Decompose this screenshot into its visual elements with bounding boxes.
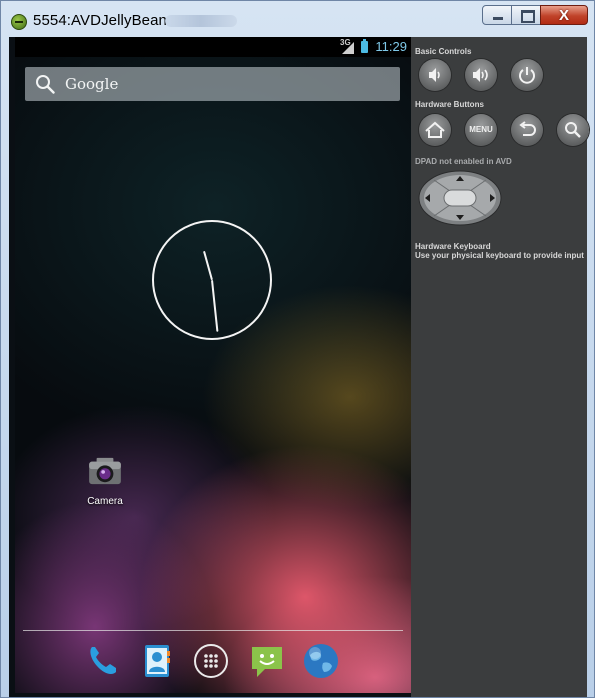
window-controls: X [482, 5, 588, 25]
menu-button-label: MENU [469, 125, 493, 134]
google-search-bar[interactable]: Google [25, 67, 400, 101]
phone-icon[interactable] [83, 641, 123, 681]
power-button[interactable] [511, 59, 543, 91]
window-title: 5554:AVDJellyBean [33, 12, 168, 29]
phone-screen[interactable]: 3G 11:29 Google Camera [15, 37, 411, 693]
browser-icon[interactable] [301, 641, 341, 681]
dock-divider [23, 630, 403, 631]
home-icon [425, 121, 445, 138]
search-icon [36, 75, 55, 94]
back-icon [519, 121, 536, 136]
volume-up-button[interactable] [465, 59, 497, 91]
home-button[interactable] [419, 114, 451, 146]
hardware-buttons-label: Hardware Buttons [415, 100, 484, 109]
redacted-region [165, 15, 237, 27]
messaging-icon[interactable] [247, 641, 287, 681]
back-button[interactable] [511, 114, 543, 146]
search-icon [565, 122, 581, 138]
camera-icon [89, 457, 121, 485]
minimize-button[interactable] [482, 5, 512, 25]
volume-up-icon [473, 68, 488, 82]
close-button[interactable]: X [540, 5, 588, 25]
desktop-app-camera[interactable]: Camera [83, 457, 127, 507]
basic-controls-label: Basic Controls [415, 47, 472, 56]
status-time: 11:29 [375, 39, 407, 54]
network-type: 3G [340, 38, 351, 47]
app-icon [11, 14, 27, 30]
hardware-keyboard-note: Use your physical keyboard to provide in… [415, 251, 584, 260]
desktop-app-label: Camera [87, 496, 123, 507]
clock-minute-hand [211, 279, 219, 332]
maximize-button[interactable] [511, 5, 541, 25]
clock-hour-hand [203, 250, 213, 281]
close-icon: X [558, 7, 569, 24]
volume-down-icon [429, 68, 440, 82]
volume-down-button[interactable] [419, 59, 451, 91]
hardware-keyboard-label: Hardware Keyboard [415, 242, 491, 251]
emulator-window: 5554:AVDJellyBean X 3G 11:29 Google Came… [0, 0, 595, 698]
analog-clock-widget[interactable] [152, 220, 272, 340]
battery-icon [361, 39, 368, 53]
menu-button[interactable]: MENU [465, 114, 497, 146]
title-bar[interactable]: 5554:AVDJellyBean X [1, 1, 594, 37]
signal-icon: 3G [340, 38, 354, 54]
status-bar[interactable]: 3G 11:29 [15, 37, 411, 57]
search-button[interactable] [557, 114, 589, 146]
contacts-icon[interactable] [137, 641, 177, 681]
emulator-body: 3G 11:29 Google Camera Basic Controls Ha… [9, 37, 589, 697]
search-label: Google [65, 75, 119, 93]
controls-panel: Basic Controls Hardware Buttons MENU DPA… [411, 37, 589, 697]
dpad-note: DPAD not enabled in AVD [415, 157, 512, 166]
power-icon [519, 67, 535, 84]
dpad-control [418, 170, 502, 226]
app-drawer-icon[interactable] [191, 641, 231, 681]
dock [83, 639, 341, 683]
